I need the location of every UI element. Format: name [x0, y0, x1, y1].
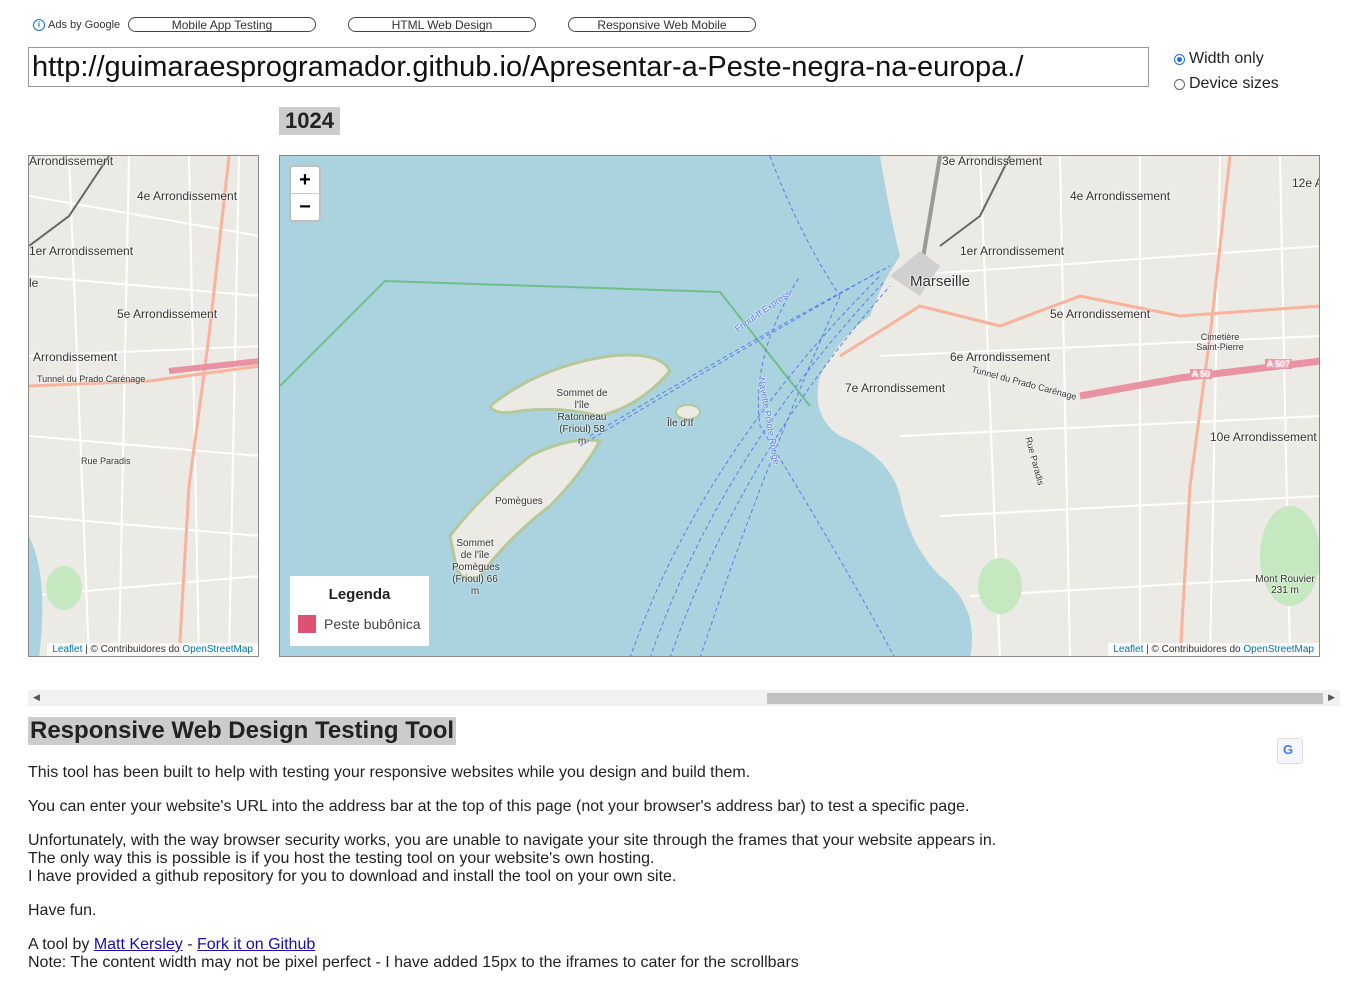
map-attribution: Leaflet | © Contribuidores do OpenStreet…	[47, 643, 258, 656]
main-preview-frame[interactable]: + − Marseille 1er Arrondissement 4e Arro…	[279, 155, 1320, 657]
frame-width-label: 1024	[279, 107, 340, 135]
scroll-right-arrow-icon[interactable]: ▶	[1328, 692, 1335, 703]
fork-github-link[interactable]: Fork it on Github	[197, 936, 315, 953]
intro-paragraph: This tool has been built to help with te…	[28, 764, 751, 781]
zoom-in-button[interactable]: +	[291, 167, 319, 194]
map-label: Sommet de l'île Pomègues (Frioul) 66 m	[452, 538, 500, 597]
map-label: Cimetière Saint-Pierre	[1196, 332, 1244, 352]
openstreetmap-link[interactable]: OpenStreetMap	[182, 644, 253, 655]
width-only-radio[interactable]: Width only	[1174, 50, 1264, 68]
width-only-label: Width only	[1189, 50, 1264, 67]
have-fun-paragraph: Have fun.	[28, 902, 97, 919]
openstreetmap-link[interactable]: OpenStreetMap	[1243, 644, 1314, 655]
map-label: 1er Arrondissement	[29, 244, 134, 258]
ads-by-google[interactable]: i Ads by Google	[33, 19, 120, 31]
credit-paragraph: A tool by Matt Kersley - Fork it on Gith…	[28, 936, 996, 972]
credit-prefix: A tool by	[28, 936, 94, 953]
leaflet-link[interactable]: Leaflet	[52, 644, 82, 655]
page-content: This tool has been built to help with te…	[28, 764, 996, 988]
security-line: Unfortunately, with the way browser secu…	[28, 832, 997, 849]
map-label: 6e Arrondissement	[950, 350, 1051, 364]
zoom-control[interactable]: + −	[289, 165, 321, 222]
security-line: I have provided a github repository for …	[28, 868, 677, 885]
ad-button-html-web-design[interactable]: HTML Web Design	[348, 17, 536, 32]
note-text: Note: The content width may not be pixel…	[28, 954, 799, 971]
attribution-text: | © Contribuidores do	[82, 644, 183, 655]
device-sizes-label: Device sizes	[1189, 75, 1279, 92]
map-label: 4e Arrondissement	[137, 189, 238, 203]
author-link[interactable]: Matt Kersley	[94, 936, 183, 953]
map-label: Mont Rouvier 231 m	[1255, 574, 1315, 596]
map-label: Rue Paradis	[81, 456, 131, 466]
map-label: Pomègues	[495, 496, 543, 507]
leaflet-link[interactable]: Leaflet	[1113, 644, 1143, 655]
page-title: Responsive Web Design Testing Tool	[28, 717, 457, 745]
map-label: A 50	[1190, 369, 1213, 379]
map-label: 3e Arrondissement	[942, 155, 1043, 168]
map-label: 4e Arrondissement	[1070, 189, 1171, 203]
map-label-marseille: Marseille	[910, 273, 971, 290]
map-label: le	[29, 276, 39, 290]
usage-paragraph: You can enter your website's URL into th…	[28, 798, 970, 815]
security-line: The only way this is possible is if you …	[28, 850, 655, 867]
map-attribution: Leaflet | © Contribuidores do OpenStreet…	[1108, 643, 1319, 656]
legend-item-label: Peste bubônica	[324, 616, 421, 632]
ads-label: Ads by Google	[48, 19, 121, 31]
left-map-tiles[interactable]	[29, 156, 259, 657]
info-icon[interactable]: i	[33, 19, 45, 31]
credit-separator: -	[182, 936, 197, 953]
map-label: Arrondissement	[29, 155, 114, 168]
radio-unchecked-icon[interactable]	[1174, 78, 1185, 90]
main-map-tiles[interactable]	[280, 156, 1320, 657]
map-label: Tunnel du Prado Carénage	[37, 374, 146, 384]
map-label: 10e Arrondissement	[1210, 430, 1317, 444]
scroll-left-arrow-icon[interactable]: ◀	[33, 692, 40, 703]
ad-button-responsive-web-mobile[interactable]: Responsive Web Mobile	[568, 17, 756, 32]
map-label: A 507	[1265, 359, 1293, 369]
map-label: 7e Arrondissement	[845, 381, 946, 395]
map-legend: Legenda Peste bubônica	[290, 576, 429, 646]
map-label: Sommet de l'île Ratonneau (Frioul) 58 m	[556, 388, 608, 447]
security-paragraph: Unfortunately, with the way browser secu…	[28, 832, 996, 886]
map-label: Île d'If	[667, 418, 694, 429]
map-label: 12e A	[1292, 176, 1320, 190]
horizontal-scrollbar[interactable]: ◀ ▶	[28, 690, 1340, 706]
legend-swatch	[298, 615, 316, 633]
map-label: Arrondissement	[33, 350, 118, 364]
radio-checked-icon[interactable]	[1174, 53, 1185, 65]
map-label: 1er Arrondissement	[960, 244, 1065, 258]
url-input[interactable]: http://guimaraesprogramador.github.io/Ap…	[28, 47, 1149, 87]
ad-button-mobile-app-testing[interactable]: Mobile App Testing	[128, 17, 316, 32]
zoom-out-button[interactable]: −	[291, 194, 319, 220]
map-label: 5e Arrondissement	[1050, 307, 1151, 321]
attribution-text: | © Contribuidores do	[1143, 644, 1244, 655]
legend-title: Legenda	[328, 586, 391, 603]
device-sizes-radio[interactable]: Device sizes	[1174, 75, 1279, 93]
map-label: 5e Arrondissement	[117, 307, 218, 321]
scrollbar-thumb[interactable]	[767, 693, 1323, 704]
google-translate-icon[interactable]	[1277, 738, 1303, 764]
left-preview-frame[interactable]: Arrondissement 4e Arrondissement 1er Arr…	[28, 155, 259, 657]
